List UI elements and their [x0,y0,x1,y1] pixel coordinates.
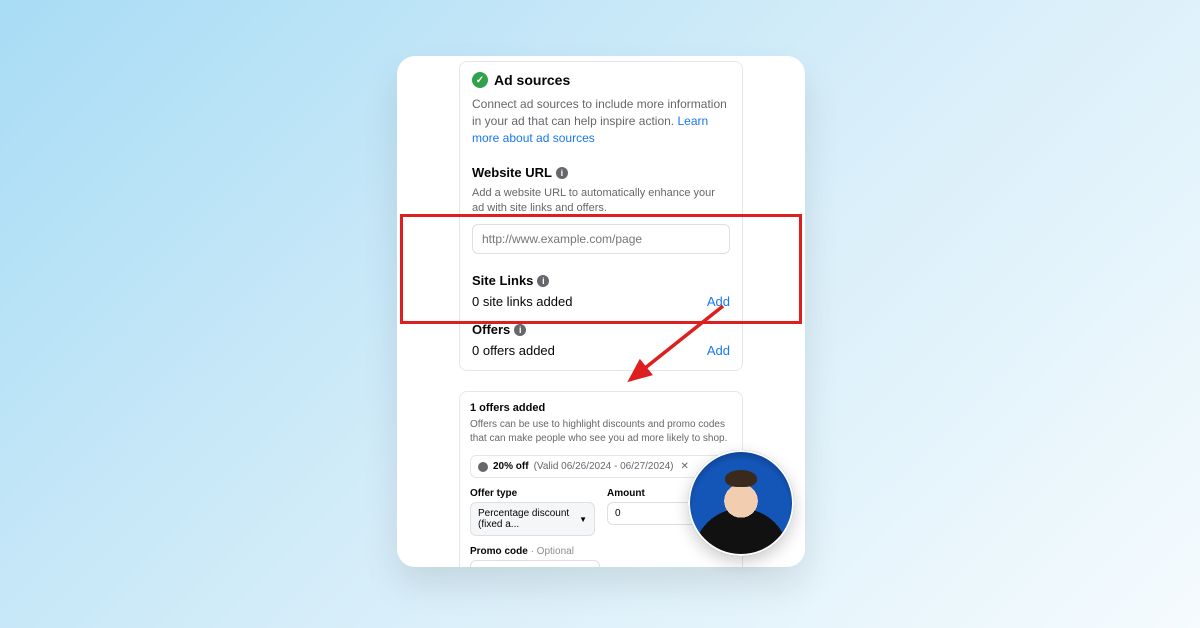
offers-row: 0 offers added Add [472,343,730,358]
info-icon[interactable]: i [537,275,549,287]
website-url-section: Website URL i Add a website URL to autom… [472,164,730,254]
ad-sources-header: ✓ Ad sources [472,62,730,88]
close-icon[interactable]: ✕ [680,461,688,472]
offer-type-col: Offer type Percentage discount (fixed a.… [470,488,595,536]
info-icon[interactable]: i [556,167,568,179]
offers-section: Offers i 0 offers added Add [472,321,730,358]
offer-type-value: Percentage discount (fixed a... [478,508,579,530]
offers-count: 0 offers added [472,343,555,358]
promo-code-col: Promo code · Optional [470,546,732,567]
site-links-section: Site Links i 0 site links added Add [472,272,730,309]
offer-item[interactable]: 20% off (Valid 06/26/2024 - 06/27/2024) … [470,455,732,478]
offers-added-desc: Offers can be use to highlight discounts… [470,418,732,445]
ad-sources-title: Ad sources [494,72,570,88]
offer-valid-range: (Valid 06/26/2024 - 06/27/2024) [534,461,674,472]
site-links-title: Site Links i [472,273,549,288]
ad-sources-description: Connect ad sources to include more infor… [472,96,730,146]
offer-type-select[interactable]: Percentage discount (fixed a... ▼ [470,502,595,536]
tag-icon [478,462,488,472]
promo-code-input[interactable] [470,560,600,567]
offers-add-button[interactable]: Add [707,343,730,358]
chevron-down-icon: ▼ [579,515,587,524]
website-url-desc: Add a website URL to automatically enhan… [472,186,730,216]
offers-title: Offers i [472,322,526,337]
check-icon: ✓ [472,72,488,88]
site-links-count: 0 site links added [472,294,572,309]
avatar [688,450,794,556]
offers-added-title: 1 offers added [470,402,732,414]
info-icon[interactable]: i [514,324,526,336]
ad-sources-panel: ✓ Ad sources Connect ad sources to inclu… [459,61,743,371]
website-url-title: Website URL i [472,165,568,180]
amount-value: 0 [615,508,621,519]
promo-code-label: Promo code · Optional [470,546,732,557]
site-links-add-button[interactable]: Add [707,294,730,309]
website-url-input[interactable] [472,224,730,254]
offer-name: 20% off [493,461,529,472]
offer-type-label: Offer type [470,488,595,499]
site-links-row: 0 site links added Add [472,294,730,309]
